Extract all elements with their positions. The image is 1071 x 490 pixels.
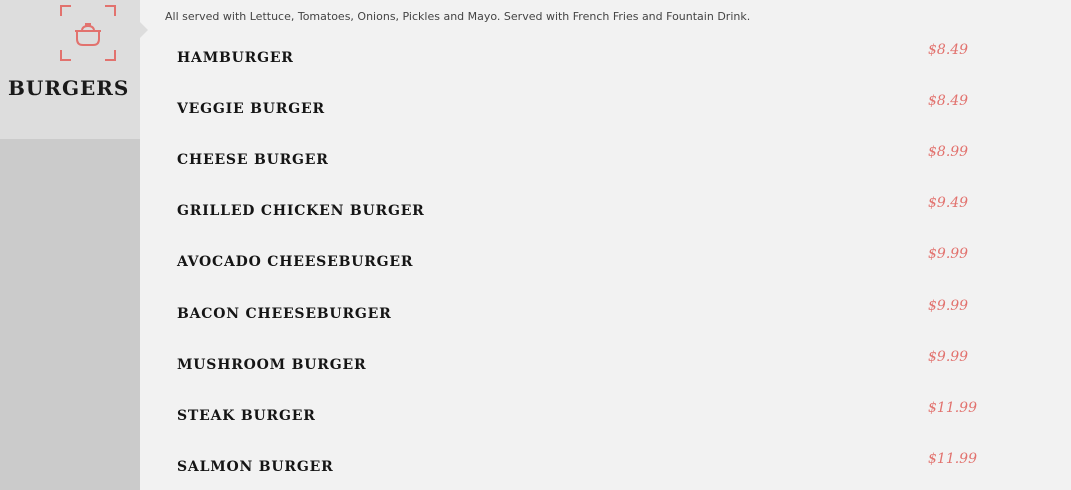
menu-item-veggie-burger[interactable]: VEGGIE BURGER $8.49 (0, 93, 1071, 133)
menu-item-bacon-cheeseburger[interactable]: BACON CHEESEBURGER $9.99 (0, 298, 1071, 338)
menu-item-hamburger[interactable]: HAMBURGER $8.49 (0, 42, 1071, 82)
item-price: $9.49 (928, 195, 969, 211)
menu-item-steak-burger[interactable]: STEAK BURGER $11.99 (0, 400, 1071, 440)
menu-item-mushroom-burger[interactable]: MUSHROOM BURGER $9.99 (0, 349, 1071, 389)
menu-item-cheese-burger[interactable]: CHEESE BURGER $8.99 (0, 144, 1071, 184)
item-price: $9.99 (928, 246, 969, 262)
item-name: AVOCADO CHEESEBURGER (177, 254, 414, 270)
item-price: $11.99 (928, 451, 977, 467)
menu-list: HAMBURGER $8.49 VEGGIE BURGER $8.49 CHEE… (0, 0, 1071, 490)
item-price: $11.99 (928, 400, 977, 416)
item-price: $9.99 (928, 349, 969, 365)
item-name: CHEESE BURGER (177, 152, 329, 168)
item-name: MUSHROOM BURGER (177, 357, 367, 373)
item-name: SALMON BURGER (177, 459, 334, 475)
item-name: HAMBURGER (177, 50, 294, 66)
item-price: $8.49 (928, 42, 969, 58)
item-price: $8.99 (928, 144, 969, 160)
menu-item-grilled-chicken-burger[interactable]: GRILLED CHICKEN BURGER $9.49 (0, 195, 1071, 235)
item-name: VEGGIE BURGER (177, 101, 325, 117)
menu-page: BURGERS All served with Lettuce, Tomatoe… (0, 0, 1071, 490)
item-name: BACON CHEESEBURGER (177, 306, 392, 322)
item-name: STEAK BURGER (177, 408, 316, 424)
item-name: GRILLED CHICKEN BURGER (177, 203, 425, 219)
item-price: $9.99 (928, 298, 969, 314)
menu-item-salmon-burger[interactable]: SALMON BURGER $11.99 (0, 451, 1071, 490)
item-price: $8.49 (928, 93, 969, 109)
menu-item-avocado-cheeseburger[interactable]: AVOCADO CHEESEBURGER $9.99 (0, 246, 1071, 286)
